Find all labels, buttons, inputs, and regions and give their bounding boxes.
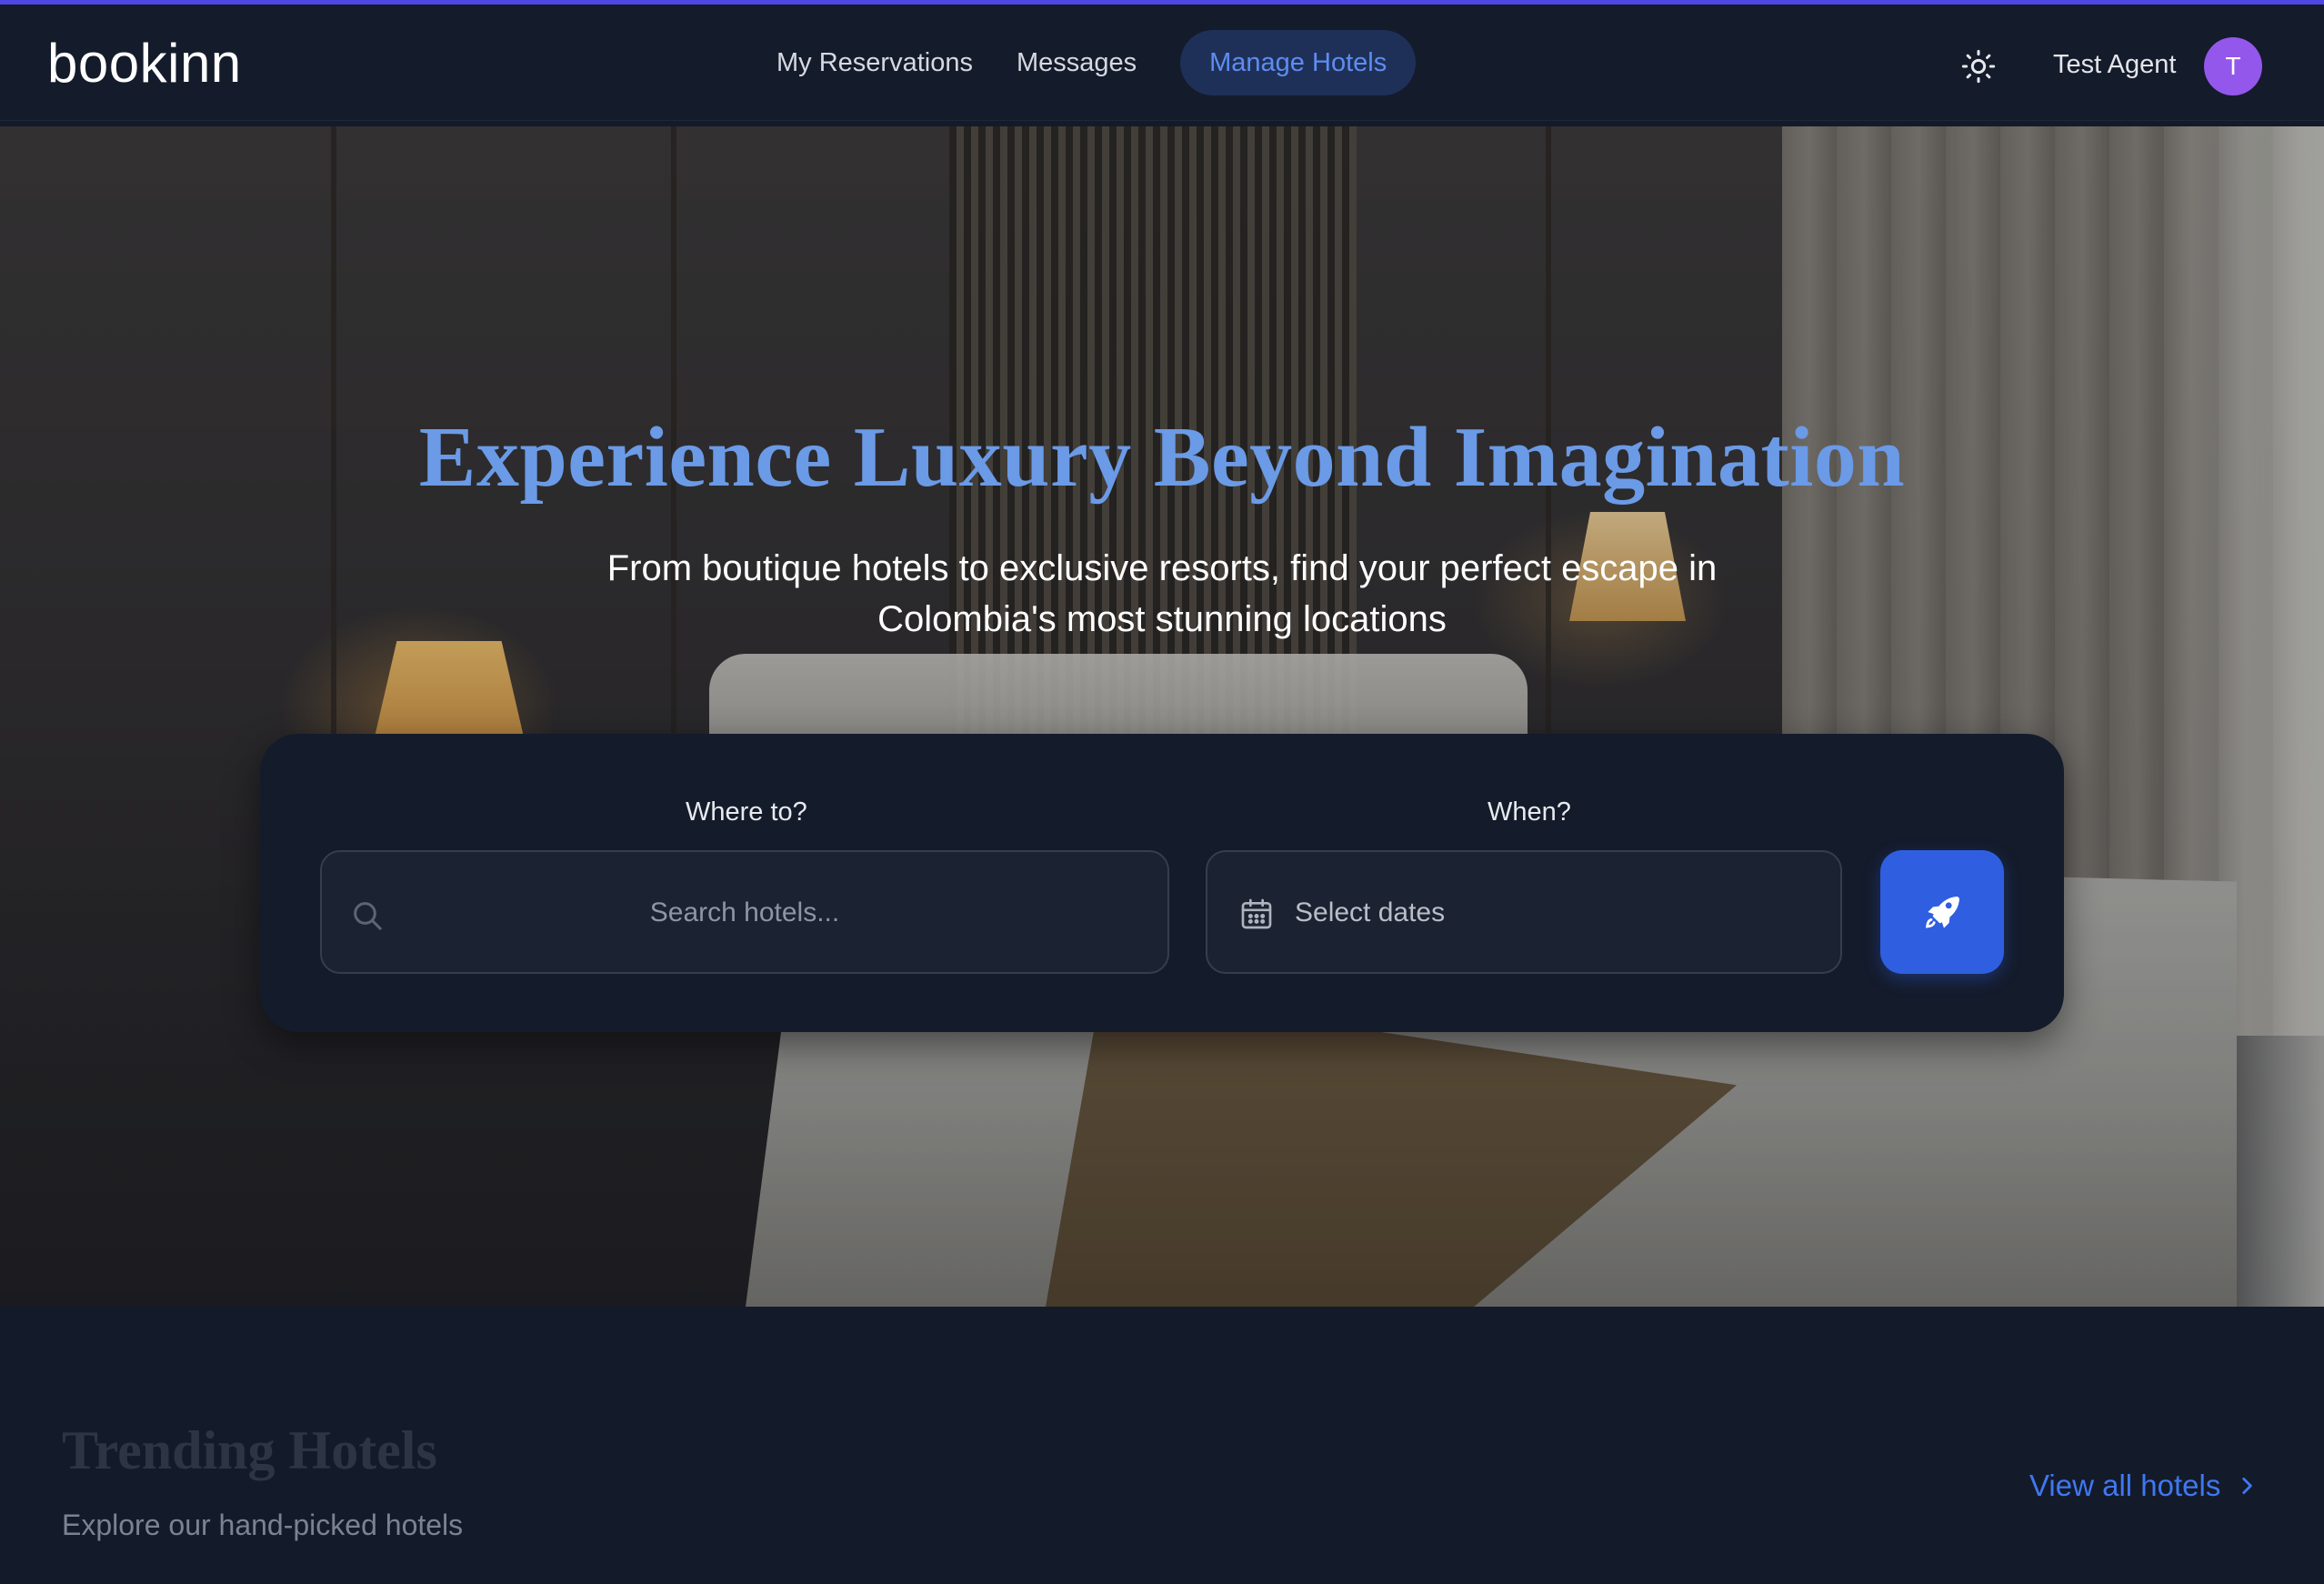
- date-picker-field[interactable]: Select dates: [1206, 850, 1842, 974]
- hero-section: Experience Luxury Beyond Imagination Fro…: [0, 126, 2324, 1307]
- logo[interactable]: bookinn: [47, 32, 242, 95]
- user-name[interactable]: Test Agent: [2053, 50, 2176, 80]
- search-input[interactable]: Search hotels...: [320, 850, 1169, 974]
- when-label: When?: [1488, 797, 1571, 827]
- chevron-right-icon: [2242, 1478, 2253, 1494]
- search-placeholder: Search hotels...: [649, 897, 840, 927]
- view-all-hotels-link[interactable]: View all hotels: [2029, 1469, 2259, 1503]
- hero-subtitle: From boutique hotels to exclusive resort…: [606, 548, 1718, 639]
- dates-placeholder: Select dates: [1295, 897, 1446, 927]
- top-navbar: bookinn My Reservations Messages Manage …: [0, 5, 2324, 121]
- hero-overlay: [0, 126, 2324, 1307]
- rocket-icon: [1926, 897, 1959, 928]
- theme-toggle-button[interactable]: [1960, 48, 1997, 85]
- main-nav: My Reservations Messages Manage Hotels: [755, 30, 1417, 95]
- view-all-label: View all hotels: [2029, 1469, 2221, 1502]
- avatar[interactable]: T: [2204, 37, 2262, 95]
- trending-subtitle: Explore our hand-picked hotels: [62, 1509, 464, 1541]
- nav-link-messages[interactable]: Messages: [1017, 48, 1137, 78]
- nav-link-manage-hotels[interactable]: Manage Hotels: [1180, 30, 1417, 95]
- sun-icon: [1961, 49, 1996, 84]
- where-label: Where to?: [686, 797, 807, 827]
- trending-title: Trending Hotels: [62, 1420, 437, 1480]
- nav-link-my-reservations[interactable]: My Reservations: [776, 48, 973, 78]
- hero-title: Experience Luxury Beyond Imagination: [418, 410, 1906, 505]
- page: bookinn My Reservations Messages Manage …: [0, 0, 2324, 1584]
- search-card: Where to? When? Search hotels... Select …: [260, 734, 2064, 1032]
- search-button[interactable]: [1880, 850, 2004, 974]
- calendar-icon: [1241, 898, 1272, 929]
